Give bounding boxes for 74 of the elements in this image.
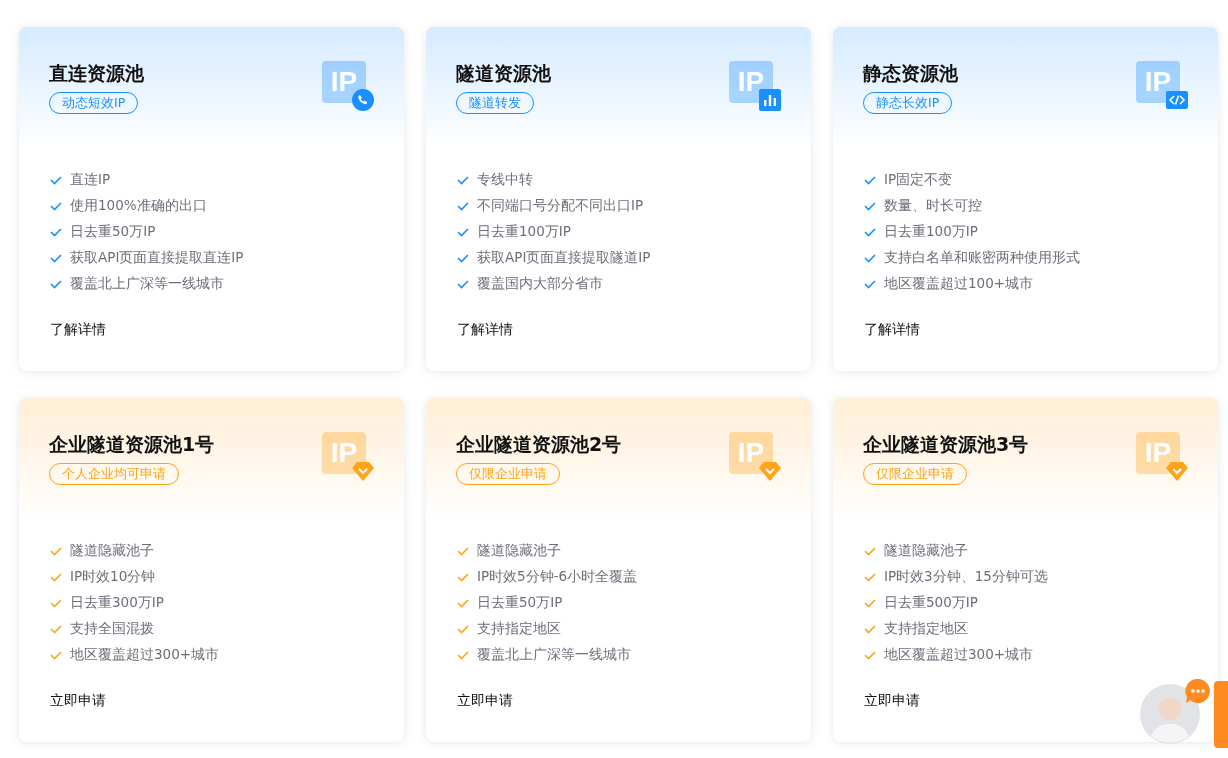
feature-text: 使用100%准确的出口 (70, 197, 207, 215)
check-icon (457, 650, 469, 660)
check-icon (457, 253, 469, 263)
card-title: 企业隧道资源池3号 (863, 432, 1029, 457)
card-link[interactable]: 了解详情 (457, 321, 513, 339)
feature-text: 覆盖北上广深等一线城市 (477, 646, 631, 664)
check-icon (50, 546, 62, 556)
card-title: 隧道资源池 (456, 61, 551, 86)
check-icon (864, 650, 876, 660)
check-icon (50, 598, 62, 608)
check-icon (457, 201, 469, 211)
feature-text: 日去重50万IP (477, 594, 563, 612)
check-icon (864, 572, 876, 582)
card-link[interactable]: 立即申请 (864, 692, 920, 710)
card-title: 企业隧道资源池2号 (456, 432, 622, 457)
check-icon (864, 175, 876, 185)
card-link[interactable]: 了解详情 (50, 321, 106, 339)
check-icon (864, 546, 876, 556)
avatar-icon[interactable] (1140, 684, 1200, 744)
card-link[interactable]: 立即申请 (457, 692, 513, 710)
feature-text: 隧道隐藏池子 (477, 542, 561, 560)
check-icon (457, 546, 469, 556)
feature-text: 数量、时长可控 (884, 197, 982, 215)
feature-text: IP时效3分钟、15分钟可选 (884, 568, 1048, 586)
feature-text: 日去重300万IP (70, 594, 164, 612)
check-icon (50, 279, 62, 289)
feature-text: 支持白名单和账密两种使用形式 (884, 249, 1080, 267)
feature-text: 日去重100万IP (477, 223, 571, 241)
check-icon (50, 227, 62, 237)
card-title: 企业隧道资源池1号 (49, 432, 215, 457)
feature-text: 获取API页面直接提取直连IP (70, 249, 244, 267)
feature-text: 地区覆盖超过100+城市 (884, 275, 1034, 293)
feature-text: 隧道隐藏池子 (70, 542, 154, 560)
feature-text: 支持指定地区 (884, 620, 968, 638)
feature-text: 支持全国混拨 (70, 620, 154, 638)
feature-text: 覆盖国内大部分省市 (477, 275, 603, 293)
card-title: 直连资源池 (49, 61, 144, 86)
feature-text: 日去重500万IP (884, 594, 978, 612)
check-icon (864, 227, 876, 237)
chat-bubble-icon[interactable] (1185, 678, 1211, 704)
feature-text: 覆盖北上广深等一线城市 (70, 275, 224, 293)
check-icon (457, 279, 469, 289)
check-icon (864, 253, 876, 263)
feature-text: IP时效10分钟 (70, 568, 156, 586)
feature-text: 日去重100万IP (884, 223, 978, 241)
check-icon (457, 227, 469, 237)
feature-text: 日去重50万IP (70, 223, 156, 241)
check-icon (50, 253, 62, 263)
feature-text: 隧道隐藏池子 (884, 542, 968, 560)
check-icon (457, 572, 469, 582)
check-icon (864, 279, 876, 289)
feature-text: 地区覆盖超过300+城市 (884, 646, 1034, 664)
check-icon (457, 624, 469, 634)
card-title: 静态资源池 (863, 61, 958, 86)
card-link[interactable]: 了解详情 (864, 321, 920, 339)
check-icon (457, 175, 469, 185)
check-icon (50, 650, 62, 660)
check-icon (864, 598, 876, 608)
feature-text: IP固定不变 (884, 171, 953, 189)
card-link[interactable]: 立即申请 (50, 692, 106, 710)
feature-text: 不同端口号分配不同出口IP (477, 197, 644, 215)
check-icon (50, 175, 62, 185)
check-icon (50, 572, 62, 582)
feature-text: 直连IP (70, 171, 111, 189)
check-icon (864, 201, 876, 211)
feature-text: 地区覆盖超过300+城市 (70, 646, 220, 664)
feature-text: 支持指定地区 (477, 620, 561, 638)
check-icon (457, 598, 469, 608)
check-icon (50, 624, 62, 634)
check-icon (864, 624, 876, 634)
feature-text: 获取API页面直接提取隧道IP (477, 249, 651, 267)
feature-text: 专线中转 (477, 171, 533, 189)
check-icon (50, 201, 62, 211)
feature-text: IP时效5分钟-6小时全覆盖 (477, 568, 638, 586)
